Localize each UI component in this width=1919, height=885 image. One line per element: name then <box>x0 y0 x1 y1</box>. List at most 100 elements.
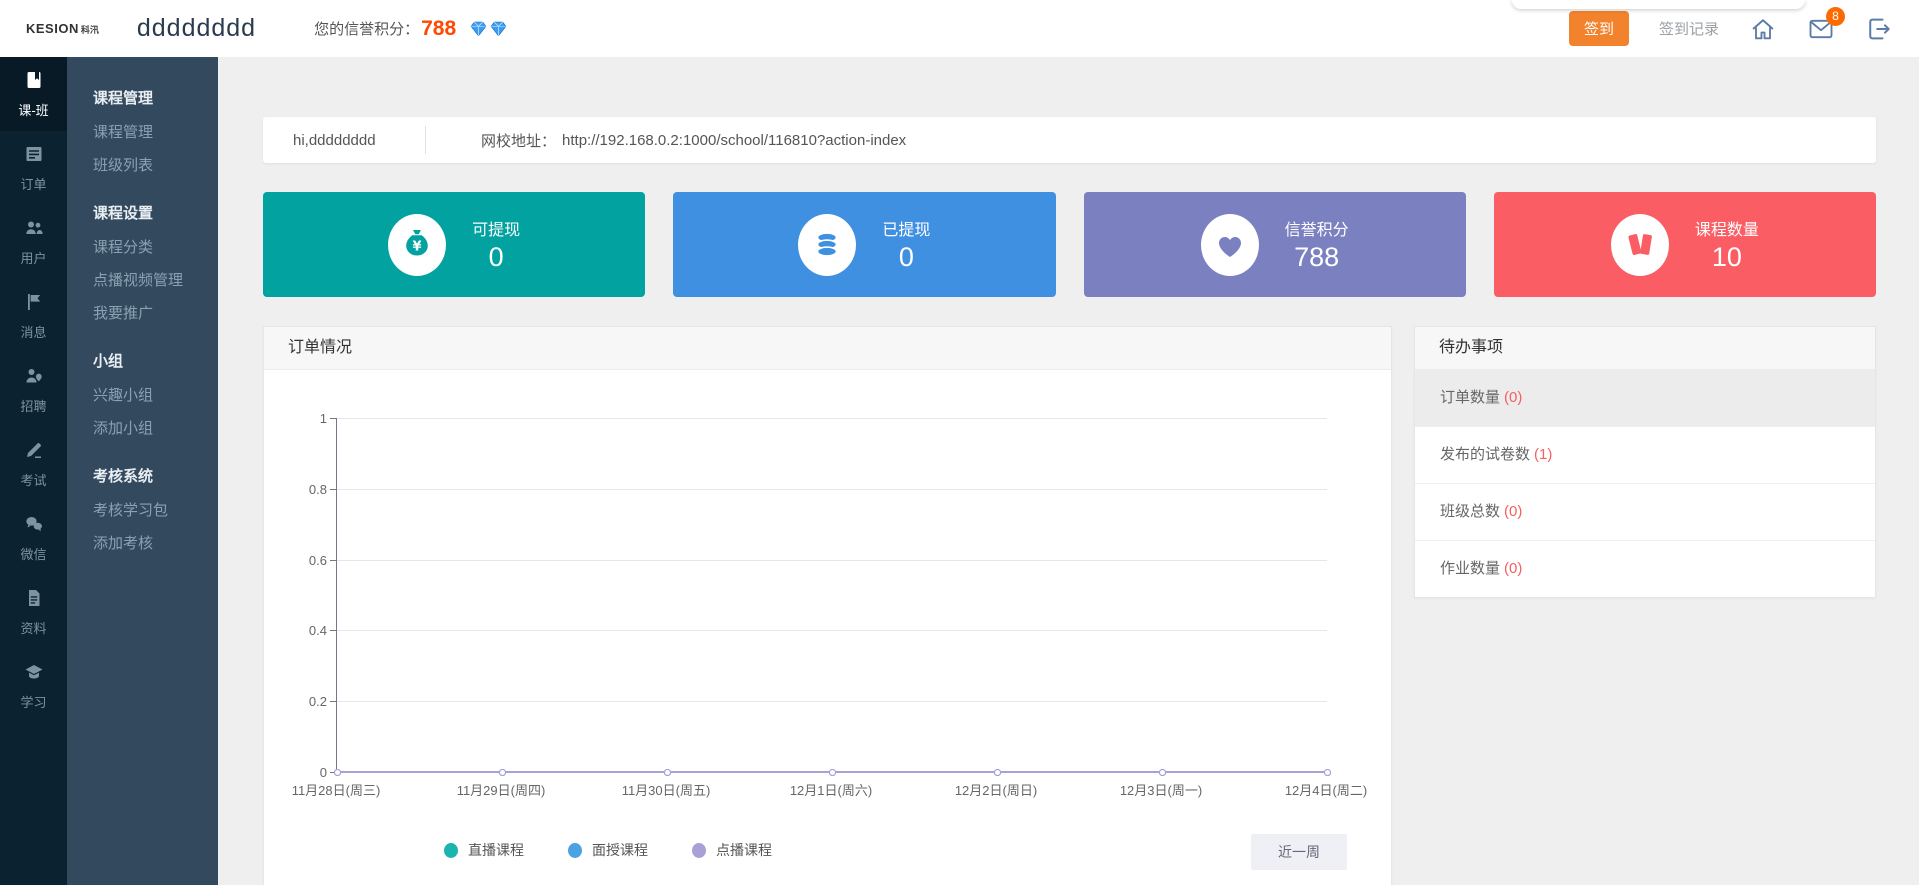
x-axis-label: 11月28日(周三) <box>266 780 406 799</box>
legend-item-点播课程[interactable]: 点播课程 <box>692 840 772 860</box>
data-point-marker <box>1324 769 1331 776</box>
submenu-item-考核学习包[interactable]: 考核学习包 <box>93 501 218 521</box>
logo-subtext: 科汛 <box>81 23 99 36</box>
stat-label: 课程数量 <box>1695 216 1759 240</box>
study-icon <box>24 662 44 687</box>
todo-item-发布的试卷数[interactable]: 发布的试卷数(1) <box>1415 427 1875 484</box>
gridline <box>337 701 1327 702</box>
y-axis-tick <box>330 630 336 631</box>
todo-item-count: (1) <box>1534 446 1552 463</box>
svg-text:¥: ¥ <box>413 239 422 254</box>
x-axis-label: 12月3日(周一) <box>1091 780 1231 799</box>
order-icon <box>24 144 44 169</box>
y-axis-label: 0.2 <box>289 694 327 709</box>
site-address-url: http://192.168.0.2:1000/school/116810?ac… <box>562 132 906 149</box>
stat-value: 788 <box>1294 242 1339 273</box>
rail-item-label: 招聘 <box>20 396 46 415</box>
credit-score: 您的信誉积分： 788 <box>314 17 507 41</box>
todo-item-label: 班级总数 <box>1440 503 1500 520</box>
rail-item-用户[interactable]: 用户 <box>0 205 67 279</box>
wechat-icon <box>24 514 44 539</box>
rail-item-资料[interactable]: 资料 <box>0 575 67 649</box>
kesion-logo: KESION 科汛 <box>26 21 99 36</box>
diamond-icon <box>490 21 507 37</box>
submenu-item-我要推广[interactable]: 我要推广 <box>93 304 218 324</box>
mail-badge: 8 <box>1826 7 1845 26</box>
stat-cards-row: ¥可提现0已提现0信誉积分788课程数量10 <box>263 192 1876 297</box>
book-icon <box>24 70 44 95</box>
gridline <box>337 418 1327 419</box>
chart-plot-area: 00.20.40.60.81 <box>336 418 1327 772</box>
rail-item-微信[interactable]: 微信 <box>0 501 67 575</box>
todo-item-作业数量[interactable]: 作业数量(0) <box>1415 541 1875 597</box>
browser-popup-notch <box>1512 0 1805 9</box>
rail-item-消息[interactable]: 消息 <box>0 279 67 353</box>
chart-legend: 直播课程 面授课程 点播课程 <box>444 840 772 860</box>
range-last-week-button[interactable]: 近一周 <box>1251 834 1347 870</box>
data-point-marker <box>664 769 671 776</box>
legend-dot <box>444 843 458 858</box>
docs-icon <box>24 588 44 613</box>
legend-label: 点播课程 <box>716 840 772 860</box>
heart-icon <box>1201 214 1259 276</box>
submenu-item-添加考核[interactable]: 添加考核 <box>93 534 218 554</box>
coins-icon <box>798 214 856 276</box>
rail-item-课-班[interactable]: 课-班 <box>0 57 67 131</box>
x-axis-label: 11月30日(周五) <box>596 780 736 799</box>
submenu-item-课程分类[interactable]: 课程分类 <box>93 238 218 258</box>
home-icon[interactable] <box>1749 15 1777 43</box>
diamond-icons <box>470 21 507 37</box>
submenu-item-兴趣小组[interactable]: 兴趣小组 <box>93 386 218 406</box>
x-axis-label: 12月1日(周六) <box>761 780 901 799</box>
greeting-text: hi,dddddddd <box>263 132 425 149</box>
data-point-marker <box>994 769 1001 776</box>
stat-card-已提现: 已提现0 <box>673 192 1055 297</box>
todo-item-count: (0) <box>1504 503 1522 520</box>
rail-item-考试[interactable]: 考试 <box>0 427 67 501</box>
stat-value: 0 <box>489 242 504 273</box>
y-axis-tick <box>330 560 336 561</box>
submenu-header-小组: 小组 <box>93 352 218 372</box>
submenu-item-点播视频管理[interactable]: 点播视频管理 <box>93 271 218 291</box>
y-axis-label: 0.4 <box>289 623 327 638</box>
submenu-item-添加小组[interactable]: 添加小组 <box>93 419 218 439</box>
stat-value: 10 <box>1712 242 1742 273</box>
mail-icon[interactable]: 8 <box>1807 15 1835 43</box>
x-axis-label: 12月2日(周日) <box>926 780 1066 799</box>
dashboard-screen: KESION 科汛 dddddddd 您的信誉积分： 788 签到 签到记录 8… <box>0 0 1919 885</box>
site-address-label: 网校地址： <box>426 130 556 151</box>
order-chart-panel: 订单情况 近一周 00.20.40.60.8111月28日(周三)11月29日(… <box>263 326 1392 885</box>
welcome-bar: hi,dddddddd 网校地址： http://192.168.0.2:100… <box>263 117 1876 163</box>
todo-item-班级总数[interactable]: 班级总数(0) <box>1415 484 1875 541</box>
stat-label: 可提现 <box>472 216 520 240</box>
bottom-row: 订单情况 近一周 00.20.40.60.8111月28日(周三)11月29日(… <box>263 326 1876 885</box>
rail-item-label: 资料 <box>20 618 46 637</box>
y-axis-label: 1 <box>289 411 327 426</box>
logout-icon[interactable] <box>1865 15 1893 43</box>
order-chart: 近一周 00.20.40.60.8111月28日(周三)11月29日(周四)11… <box>264 370 1391 885</box>
rail-item-学习[interactable]: 学习 <box>0 649 67 723</box>
stat-label: 信誉积分 <box>1285 216 1349 240</box>
stat-card-可提现: ¥ 可提现0 <box>263 192 645 297</box>
legend-item-直播课程[interactable]: 直播课程 <box>444 840 524 860</box>
y-axis-tick <box>330 489 336 490</box>
rail-item-label: 考试 <box>20 470 46 489</box>
stat-text: 已提现0 <box>882 216 930 273</box>
rail-item-订单[interactable]: 订单 <box>0 131 67 205</box>
gridline <box>337 560 1327 561</box>
stat-label: 已提现 <box>882 216 930 240</box>
checkin-button[interactable]: 签到 <box>1569 11 1629 46</box>
submenu-item-课程管理[interactable]: 课程管理 <box>93 123 218 143</box>
app-body: 课-班订单用户消息招聘考试微信资料学习 课程管理课程管理班级列表课程设置课程分类… <box>0 57 1919 885</box>
legend-label: 直播课程 <box>468 840 524 860</box>
rail-item-招聘[interactable]: 招聘 <box>0 353 67 427</box>
todo-panel: 待办事项 订单数量(0)发布的试卷数(1)班级总数(0)作业数量(0) <box>1414 326 1876 598</box>
stat-text: 可提现0 <box>472 216 520 273</box>
checkin-record-link[interactable]: 签到记录 <box>1659 18 1719 39</box>
rail-item-label: 用户 <box>20 248 46 267</box>
legend-label: 面授课程 <box>592 840 648 860</box>
submenu-item-班级列表[interactable]: 班级列表 <box>93 156 218 176</box>
data-point-marker <box>1159 769 1166 776</box>
legend-item-面授课程[interactable]: 面授课程 <box>568 840 648 860</box>
todo-item-订单数量[interactable]: 订单数量(0) <box>1415 370 1875 427</box>
